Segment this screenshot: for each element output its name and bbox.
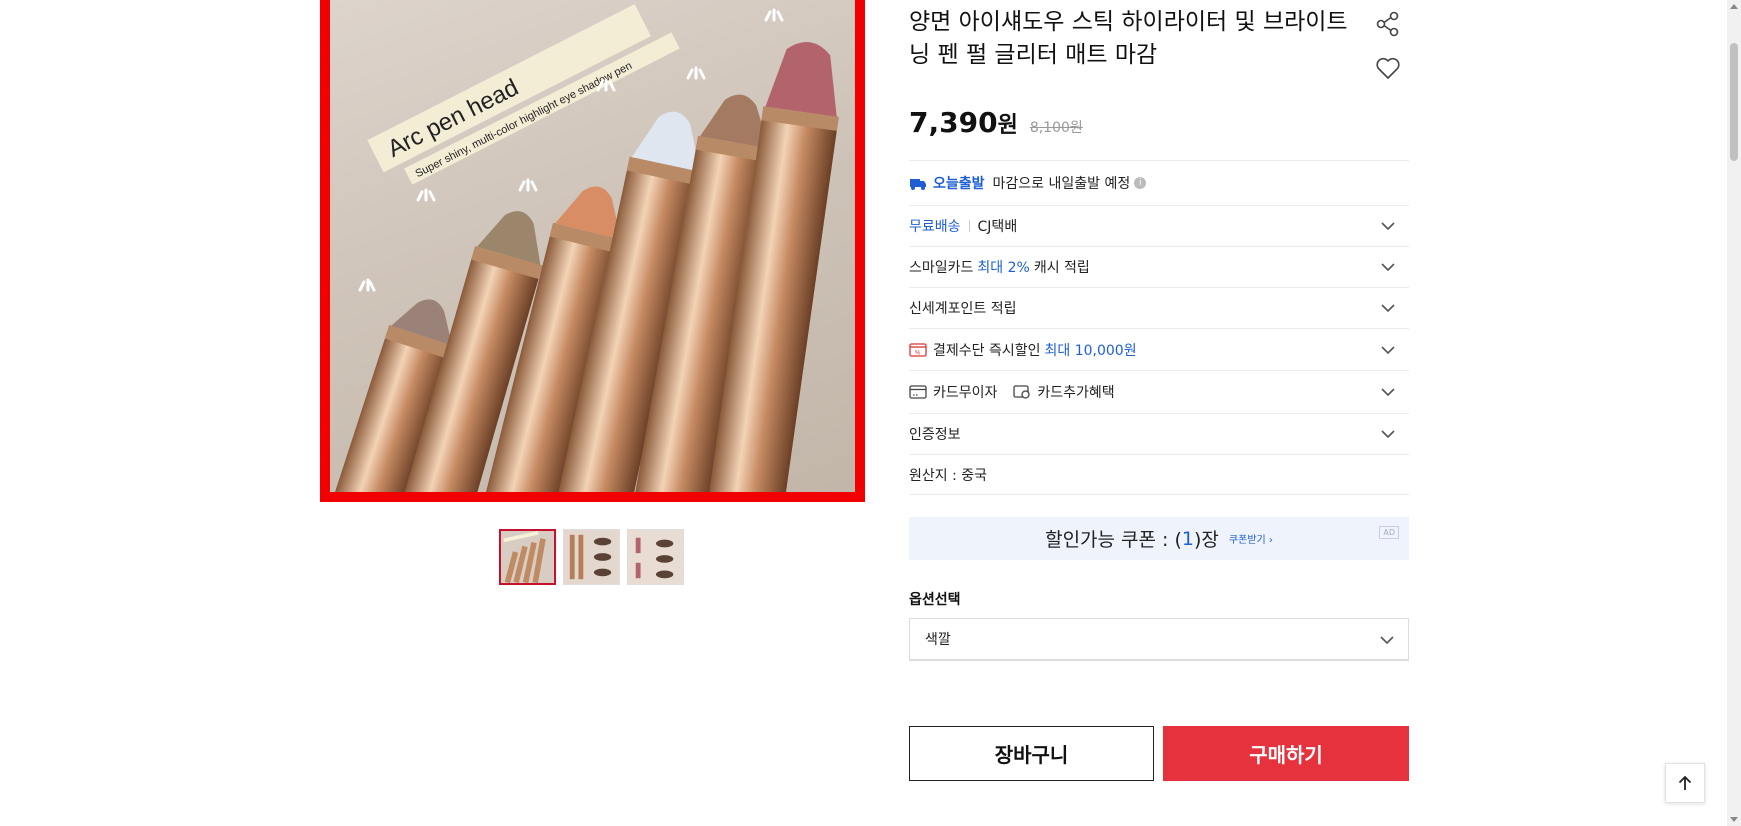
scroll-up-arrow[interactable] [1730, 4, 1738, 9]
scroll-to-top-button[interactable] [1665, 763, 1705, 803]
payment-discount-amount: 최대 10,000원 [1044, 342, 1137, 359]
price-unit: 원 [997, 113, 1018, 138]
card-plus-icon [1013, 385, 1031, 399]
certification-label: 인증정보 [909, 427, 961, 443]
sale-price: 7,390 [909, 106, 998, 139]
smile-card-rate: 최대 2% [977, 260, 1030, 276]
thumbnail-3[interactable] [627, 529, 684, 585]
chevron-down-icon[interactable] [1379, 217, 1397, 235]
card-benefits-row[interactable]: 카드무이자 카드추가혜택 [909, 370, 1409, 413]
divider [968, 220, 970, 232]
coupon-suffix: )장 [1194, 529, 1219, 551]
thumbnail-list [499, 529, 684, 585]
coupon-banner[interactable]: 할인가능 쿠폰 : ( 1 )장 쿠폰받기 › AD [909, 517, 1409, 560]
color-option-select[interactable]: 색깔 [909, 618, 1409, 661]
chevron-down-icon[interactable] [1379, 383, 1397, 401]
product-title: 양면 아이섀도우 스틱 하이라이터 및 브라이트닝 펜 펄 글리터 매트 마감 [909, 9, 1348, 68]
share-icon[interactable] [1374, 10, 1402, 38]
chevron-down-icon[interactable] [1379, 258, 1397, 276]
card-icon [909, 385, 927, 399]
ad-badge: AD [1379, 526, 1399, 539]
free-shipping-label: 무료배송 [909, 219, 961, 235]
smile-card-label: 스마일카드 [909, 260, 974, 276]
chevron-down-icon[interactable] [1379, 299, 1397, 317]
smile-card-row[interactable]: 스마일카드 최대 2% 캐시 적립 [909, 246, 1409, 287]
coupon-prefix: 할인가능 쿠폰 : ( [1045, 529, 1182, 551]
today-shipping-note: 마감으로 내일출발 예정 [992, 176, 1131, 192]
origin-label: 원산지 : 중국 [909, 467, 988, 484]
shinsegae-points-row[interactable]: 신세계포인트 적립 [909, 287, 1409, 328]
product-main-image: Arc pen head Super shiny, multi-color hi… [320, 0, 865, 502]
delivery-row: 오늘출발 마감으로 내일출발 예정 i [909, 160, 1409, 205]
payment-discount-row[interactable]: % 결제수단 즉시할인 최대 10,000원 [909, 328, 1409, 370]
coupon-count: 1 [1181, 527, 1195, 550]
chevron-down-icon[interactable] [1379, 341, 1397, 359]
svg-text:%: % [915, 350, 921, 356]
thumbnail-1[interactable] [499, 529, 556, 585]
courier-label: CJ택배 [977, 219, 1018, 235]
add-to-cart-button[interactable]: 장바구니 [909, 726, 1154, 781]
scrollbar-thumb[interactable] [1730, 43, 1738, 161]
get-coupon-link[interactable]: 쿠폰받기 › [1229, 531, 1273, 546]
option-selected-value: 색깔 [925, 632, 951, 648]
shinsegae-points-label: 신세계포인트 적립 [909, 301, 1017, 317]
truck-icon [910, 179, 926, 190]
info-icon[interactable]: i [1134, 177, 1147, 189]
installment-label: 카드무이자 [933, 385, 998, 401]
discount-card-icon: % [909, 342, 927, 357]
option-section-label: 옵션선택 [909, 592, 961, 608]
shipping-row[interactable]: 무료배송 CJ택배 [909, 205, 1409, 246]
arrow-up-icon [1678, 775, 1692, 790]
chevron-down-icon [1380, 636, 1394, 645]
scroll-down-arrow[interactable] [1730, 817, 1738, 822]
card-benefit-label: 카드추가혜택 [1037, 385, 1115, 401]
buy-now-button[interactable]: 구매하기 [1163, 726, 1409, 781]
certification-row[interactable]: 인증정보 [909, 413, 1409, 454]
page-scrollbar[interactable] [1727, 0, 1741, 826]
chevron-down-icon[interactable] [1379, 425, 1397, 443]
original-price: 8,100원 [1029, 120, 1083, 136]
thumbnail-2[interactable] [563, 529, 620, 585]
eyeshadow-pens-illustration: Arc pen head Super shiny, multi-color hi… [330, 4, 839, 492]
heart-icon[interactable] [1374, 54, 1402, 82]
today-shipping-label: 오늘출발 [933, 176, 985, 192]
origin-row: 원산지 : 중국 [909, 454, 1409, 495]
smile-card-suffix: 캐시 적립 [1033, 260, 1090, 276]
payment-discount-label: 결제수단 즉시할인 [933, 342, 1041, 359]
price-row: 7,390원 8,100원 [909, 106, 1083, 139]
